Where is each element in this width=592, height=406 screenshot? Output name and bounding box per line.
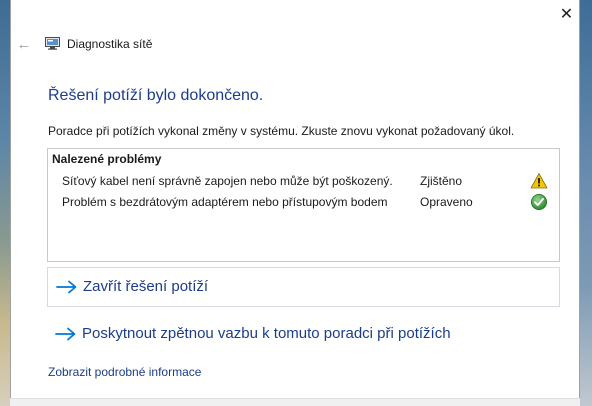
problem-status: Opraveno: [420, 195, 473, 209]
problems-title: Nalezené problémy: [52, 152, 162, 166]
back-arrow-icon: ←: [16, 36, 32, 53]
send-feedback-label: Poskytnout zpětnou vazbu k tomuto poradc…: [82, 325, 451, 342]
close-troubleshooting-label: Zavřít řešení potíží: [83, 278, 209, 295]
close-icon: ✕: [559, 6, 574, 23]
problem-row: Problém s bezdrátovým adaptérem nebo pří…: [48, 193, 559, 211]
troubleshooter-window: ✕ ← Diagnostika sítě Řešení potíží bylo …: [10, 0, 580, 406]
arrow-right-icon: [56, 280, 77, 294]
window-title: Diagnostika sítě: [67, 37, 153, 51]
problem-description: Problém s bezdrátovým adaptérem nebo pří…: [62, 195, 388, 209]
problem-description: Síťový kabel není správně zapojen nebo m…: [62, 174, 393, 188]
window-bottom-edge: [10, 398, 580, 406]
problems-found-panel: Nalezené problémy Síťový kabel není sprá…: [47, 148, 560, 262]
close-button[interactable]: ✕: [552, 0, 581, 28]
back-button[interactable]: ←: [14, 36, 34, 54]
problem-status: Zjištěno: [420, 174, 463, 188]
result-description: Poradce při potížích vykonal změny v sys…: [48, 124, 515, 138]
send-feedback-link[interactable]: Poskytnout zpětnou vazbu k tomuto poradc…: [47, 314, 560, 354]
close-troubleshooting-link[interactable]: Zavřít řešení potíží: [47, 267, 560, 307]
network-diagnostics-icon: [45, 37, 60, 50]
desktop-background-right: [580, 0, 592, 406]
desktop-background-left: [0, 0, 10, 406]
arrow-right-icon: [55, 327, 76, 341]
problem-row: Síťový kabel není správně zapojen nebo m…: [48, 172, 559, 190]
view-detailed-information-link[interactable]: Zobrazit podrobné informace: [48, 365, 201, 380]
warning-icon: [530, 173, 548, 189]
check-icon: [531, 194, 547, 210]
page-heading: Řešení potíží bylo dokončeno.: [48, 87, 264, 104]
